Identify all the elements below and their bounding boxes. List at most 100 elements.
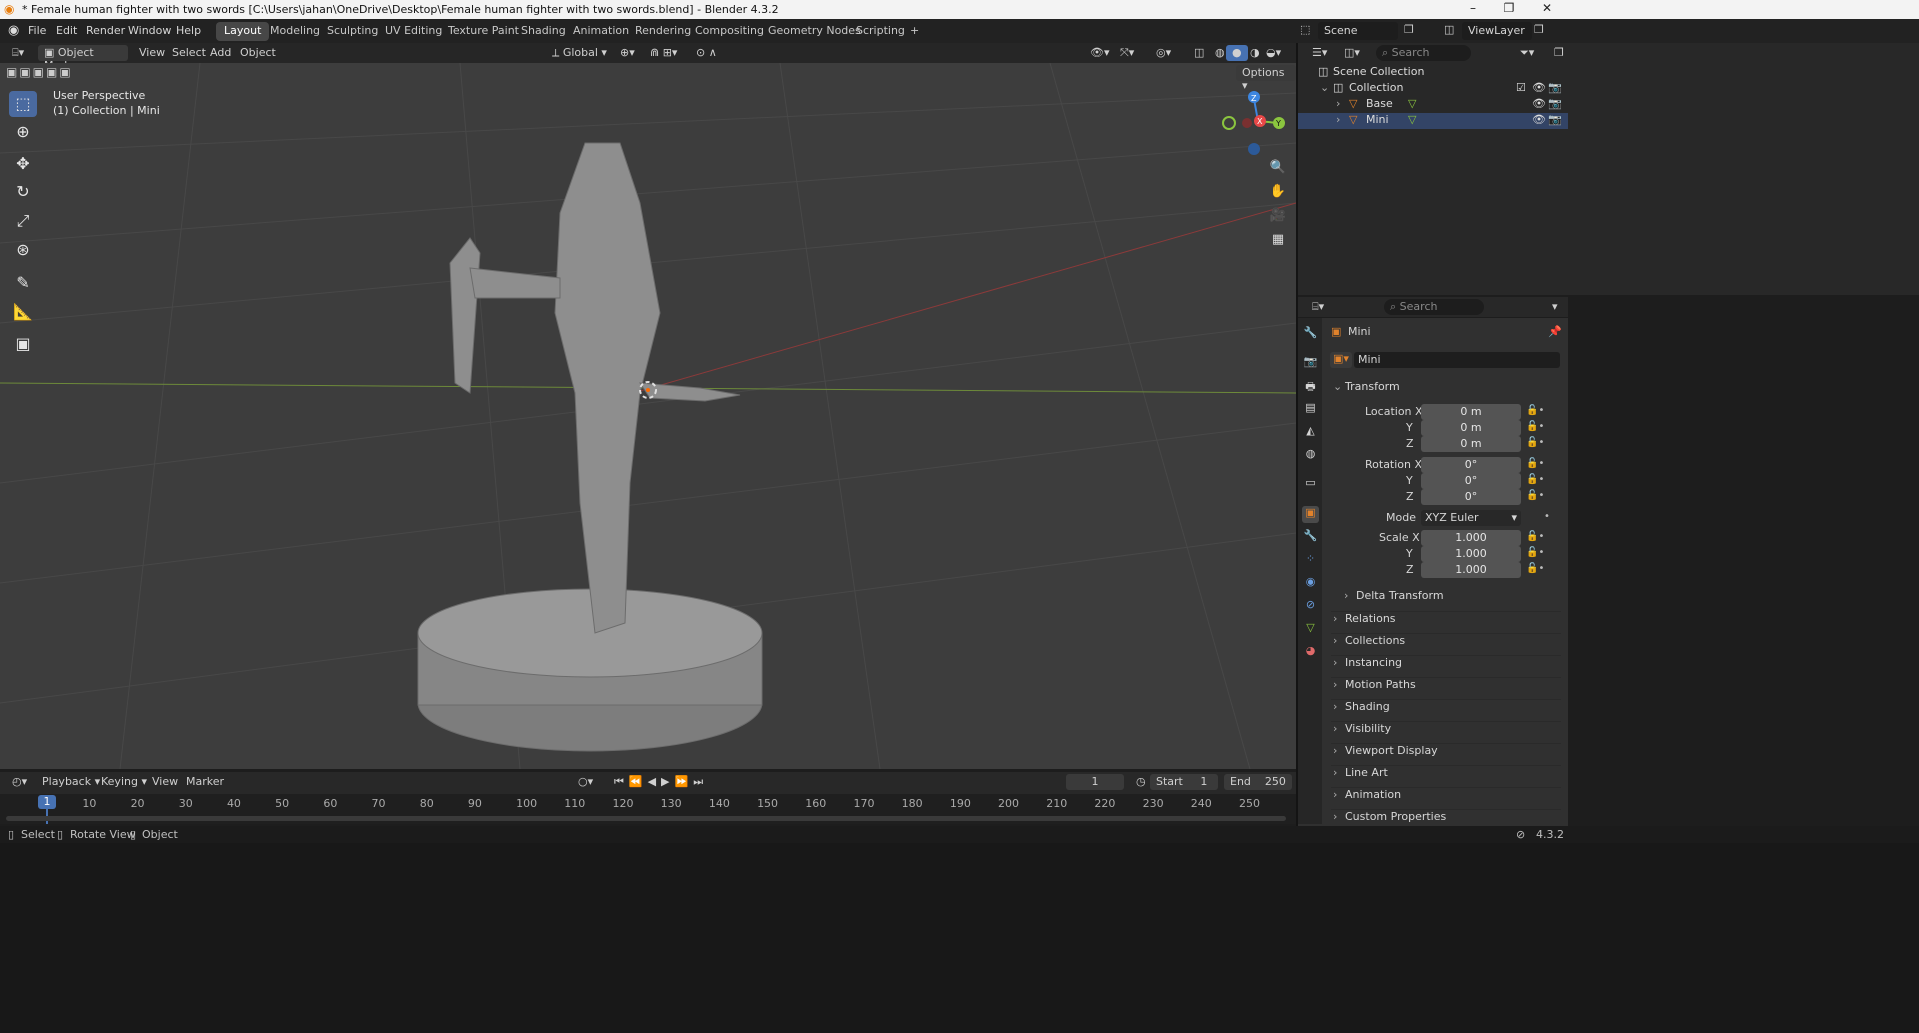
panel-instancing[interactable]: › Instancing	[1331, 655, 1561, 675]
transform-panel-header[interactable]: ⌄ Transform	[1331, 380, 1561, 400]
mode-selector[interactable]: ▣ Object Mode ▾	[38, 45, 128, 72]
menu-help[interactable]: Help	[176, 24, 201, 37]
timeline-frames[interactable]: 1 10 20 30 40 50 60 70 80 90 100 110 120 130 140 150 16…	[0, 794, 1296, 824]
maximize-button[interactable]: ❐	[1494, 1, 1524, 15]
zoom-icon[interactable]: 🔍	[1267, 157, 1289, 179]
scene-selector[interactable]: Scene	[1318, 22, 1398, 40]
scale-x-field[interactable]: 1.000	[1421, 530, 1521, 546]
orientation-selector[interactable]: ⟂ Global ▾	[546, 45, 613, 61]
render-camera-icon[interactable]: 📷	[1548, 113, 1562, 126]
add-workspace-button[interactable]: +	[902, 22, 927, 41]
modifier-tab-icon[interactable]: 🔧	[1302, 529, 1319, 546]
panel-relations[interactable]: › Relations	[1331, 611, 1561, 631]
visibility-eye-icon[interactable]: 👁	[1532, 81, 1546, 94]
pin-icon[interactable]: 📌	[1548, 325, 1562, 338]
exclude-checkbox[interactable]: ☑	[1516, 81, 1526, 94]
timeline-menu-marker[interactable]: Marker	[180, 774, 230, 790]
lock-scale-y-icon[interactable]: 🔓•	[1526, 547, 1544, 558]
overlays-icon[interactable]: ◎▾	[1150, 45, 1177, 61]
new-scene-icon[interactable]: ❐	[1404, 23, 1414, 36]
timeline-menu-keying[interactable]: Keying ▾	[95, 774, 153, 790]
new-collection-icon[interactable]: ❐	[1548, 45, 1570, 61]
object-tab-icon[interactable]: ▣	[1302, 506, 1319, 523]
playhead[interactable]: 1	[38, 795, 56, 809]
properties-search-field[interactable]: ⌕ Search	[1384, 299, 1484, 315]
3d-viewport[interactable]: Z Y X ▣▣▣▣▣ User Perspective (1) Collect…	[0, 63, 1296, 769]
location-x-field[interactable]: 0 m	[1421, 404, 1521, 420]
camera-view-icon[interactable]: 🎥	[1267, 205, 1289, 227]
render-camera-icon[interactable]: 📷	[1548, 97, 1562, 110]
panel-shading[interactable]: › Shading	[1331, 699, 1561, 719]
lock-location-z-icon[interactable]: 🔓•	[1526, 437, 1544, 448]
viewport-menu-object[interactable]: Object	[234, 45, 282, 61]
ortho-toggle-icon[interactable]: ▦	[1267, 229, 1289, 251]
visibility-icon[interactable]: 👁▾	[1084, 45, 1116, 61]
rotate-tool-icon[interactable]: ↻	[9, 179, 37, 205]
filter-icon[interactable]: ⏷▾	[1514, 45, 1540, 61]
snap-icon[interactable]: ⋒ ⊞▾	[644, 45, 683, 61]
expand-chevron-icon[interactable]: ›	[1336, 113, 1340, 126]
playback-controls[interactable]: ⏮⏪◀▶⏩⏭	[608, 774, 714, 790]
select-box-tool-icon[interactable]: ⬚	[9, 91, 37, 117]
outliner-row-mini[interactable]: › ▽ Mini ▽ 👁 📷	[1298, 113, 1568, 129]
minimize-button[interactable]: –	[1458, 1, 1488, 15]
cursor-tool-icon[interactable]: ⊕	[9, 119, 37, 145]
outliner-row-collection[interactable]: ⌄ ◫ Collection ☑ 👁 📷	[1298, 81, 1568, 97]
lock-rotation-y-icon[interactable]: 🔓•	[1526, 474, 1544, 485]
rotation-z-field[interactable]: 0°	[1421, 489, 1521, 505]
lock-scale-x-icon[interactable]: 🔓•	[1526, 531, 1544, 542]
properties-editor-icon[interactable]: ⌸▾	[1306, 299, 1330, 315]
panel-collections[interactable]: › Collections	[1331, 633, 1561, 653]
display-mode-icon[interactable]: ◫▾	[1338, 45, 1366, 61]
output-tab-icon[interactable]: 🖶	[1302, 378, 1319, 395]
timeline-scrollbar[interactable]	[6, 816, 1286, 821]
outliner-editor-icon[interactable]: ☰▾	[1306, 45, 1333, 61]
outliner-row-scene-collection[interactable]: ◫ Scene Collection	[1298, 65, 1568, 81]
rotation-x-field[interactable]: 0°	[1421, 457, 1521, 473]
world-tab-icon[interactable]: ◍	[1302, 447, 1319, 464]
particles-tab-icon[interactable]: ⁘	[1302, 552, 1319, 569]
delta-transform-header[interactable]: › Delta Transform	[1342, 589, 1560, 609]
tool-tab-icon[interactable]: 🔧	[1302, 326, 1319, 343]
timeline-menu-view[interactable]: View	[146, 774, 184, 790]
select-mode-buttons[interactable]: ▣▣▣▣▣	[6, 65, 73, 79]
panel-motion-paths[interactable]: › Motion Paths	[1331, 677, 1561, 697]
panel-visibility[interactable]: › Visibility	[1331, 721, 1561, 741]
current-frame-field[interactable]: 1	[1066, 774, 1124, 790]
pivot-icon[interactable]: ⊕▾	[614, 45, 641, 61]
start-frame-field[interactable]: Start 1	[1150, 774, 1218, 790]
properties-options-icon[interactable]: ▾	[1546, 299, 1564, 315]
new-viewlayer-icon[interactable]: ❐	[1534, 23, 1544, 36]
data-tab-icon[interactable]: ▽	[1302, 621, 1319, 638]
pan-hand-icon[interactable]: ✋	[1267, 181, 1289, 203]
xray-icon[interactable]: ◫	[1188, 45, 1210, 61]
rendered-shading-icon[interactable]: ◒▾	[1260, 45, 1287, 61]
physics-tab-icon[interactable]: ◉	[1302, 575, 1319, 592]
end-frame-field[interactable]: End 250	[1224, 774, 1292, 790]
menu-render[interactable]: Render	[86, 24, 125, 37]
scene-tab-icon[interactable]: ◭	[1302, 424, 1319, 441]
object-browse-icon[interactable]: ▣▾	[1330, 352, 1352, 368]
gizmo-toggle-icon[interactable]: ⤧▾	[1114, 45, 1140, 61]
mesh-data-icon[interactable]: ▽	[1408, 97, 1416, 110]
scale-tool-icon[interactable]: ⤢	[9, 208, 37, 234]
keyframe-mode-icon[interactable]: •	[1544, 511, 1550, 522]
proportional-edit-icon[interactable]: ⊙ ∧	[690, 45, 723, 61]
render-camera-icon[interactable]: 📷	[1548, 81, 1562, 94]
render-tab-icon[interactable]: 📷	[1302, 355, 1319, 372]
lock-rotation-x-icon[interactable]: 🔓•	[1526, 458, 1544, 469]
menu-file[interactable]: File	[28, 24, 46, 37]
lock-scale-z-icon[interactable]: 🔓•	[1526, 563, 1544, 574]
panel-line-art[interactable]: › Line Art	[1331, 765, 1561, 785]
outliner-search-field[interactable]: ⌕ Search	[1376, 45, 1471, 61]
viewlayer-selector[interactable]: ViewLayer	[1462, 22, 1532, 40]
panel-animation[interactable]: › Animation	[1331, 787, 1561, 807]
collection-tab-icon[interactable]: ▭	[1302, 476, 1319, 493]
blender-menu-icon[interactable]: ◉	[8, 23, 19, 38]
close-window-button[interactable]: ✕	[1532, 1, 1562, 15]
lock-rotation-z-icon[interactable]: 🔓•	[1526, 490, 1544, 501]
options-button[interactable]: Options ▾	[1236, 65, 1296, 92]
panel-viewport-display[interactable]: › Viewport Display	[1331, 743, 1561, 763]
location-y-field[interactable]: 0 m	[1421, 420, 1521, 436]
panel-custom-properties[interactable]: › Custom Properties	[1331, 809, 1561, 825]
